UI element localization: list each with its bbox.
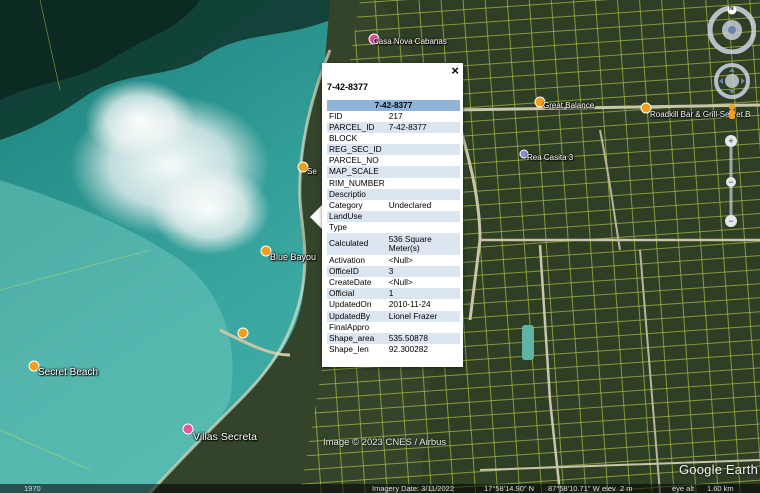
attribute-row: FID 217 (327, 111, 460, 122)
attribute-row: Category Undeclared (327, 200, 460, 211)
attribute-row: UpdatedBy Lionel Frazer (327, 310, 460, 322)
attribute-value (387, 222, 460, 233)
attribute-value: 1 (386, 288, 460, 300)
attribute-value: 7-42-8377 (386, 122, 460, 134)
attribute-key: CreateDate (329, 277, 372, 288)
attribute-row: REG_SEC_ID (327, 144, 460, 156)
attribute-key: UpdatedOn (329, 299, 372, 310)
eye-altitude-label: eye alt (672, 484, 695, 493)
attribute-value (386, 166, 460, 178)
attribute-key: Calculated (327, 233, 387, 256)
street-view-pegman-icon[interactable] (726, 103, 738, 128)
attribute-value (387, 133, 460, 144)
zoom-slider[interactable]: + − − (724, 134, 738, 235)
attribute-key: BLOCK (329, 133, 358, 144)
latitude-readout: 17°58'14.90" N (484, 484, 535, 493)
compass-north-label: N (729, 5, 734, 12)
popup-title: 7-42-8377 (327, 82, 369, 92)
attribute-value: 536 Square Meter(s) (386, 233, 460, 256)
attribute-value: 92.300282 (388, 343, 429, 354)
attribute-key: PARCEL_ID (327, 122, 387, 134)
attribute-table: FID 217 PARCEL_ID 7-42-8377 BLOCK REG_SEC_ID P… (327, 111, 460, 355)
attribute-value (386, 144, 460, 156)
attribute-key: FinalAppro (329, 321, 370, 332)
attribute-key: Shape_area (327, 332, 387, 344)
svg-text:−: − (728, 216, 733, 226)
attribute-value (387, 178, 460, 189)
place-label[interactable]: Se (307, 167, 317, 176)
attribute-row: Type (327, 222, 460, 233)
attribute-value (386, 188, 460, 200)
place-label[interactable]: Blue Bayou (270, 252, 316, 262)
svg-text:−: − (728, 177, 733, 187)
attribute-row: CreateDate <Null> (327, 277, 460, 288)
attribute-row: UpdatedOn 2010-11-24 (327, 299, 460, 310)
attribute-value: Lionel Frazer (386, 310, 460, 322)
attribute-row: FinalAppro (327, 322, 460, 333)
attribute-key: LandUse (327, 210, 387, 222)
attribute-key: FID (329, 111, 343, 121)
attribute-value: 2010-11-24 (388, 299, 431, 310)
historical-year: 1970 (24, 484, 41, 493)
attribute-key: UpdatedBy (327, 310, 387, 322)
attribute-value (387, 322, 460, 333)
close-icon[interactable]: × (451, 63, 459, 78)
eye-altitude-value: 1.60 km (707, 484, 734, 493)
elevation-label: elev (602, 484, 616, 493)
place-label[interactable]: Secret Beach (38, 367, 98, 378)
attribute-value: 217 (388, 111, 403, 121)
place-label[interactable]: Rea Casita 3 (527, 153, 573, 162)
place-label[interactable]: Casa Nova Cabanas (373, 37, 447, 46)
svg-text:+: + (728, 136, 733, 146)
attribute-value: Undeclared (388, 199, 432, 210)
longitude-readout: 87°58'10.71" W (548, 484, 600, 493)
attribute-key: MAP_SCALE (327, 166, 387, 178)
attribute-row: OfficeID 3 (327, 266, 460, 278)
move-control[interactable] (714, 63, 750, 104)
attribute-key: Official (327, 288, 387, 300)
attribute-key: Category (329, 199, 363, 210)
attribute-value (387, 155, 460, 166)
attribute-value: 3 (386, 266, 460, 278)
attribute-row: BLOCK (327, 133, 460, 144)
unnamed-pin-icon[interactable] (237, 326, 249, 339)
attribute-row: Descriptio (327, 188, 460, 200)
parcel-info-popup: × 7-42-8377 7-42-8377 FID 217 PARCEL_ID 7-4… (322, 63, 463, 367)
attribute-table-header: 7-42-8377 (327, 100, 460, 111)
attribute-row: Shape_area 535.50878 (327, 332, 460, 344)
elevation-value: 2 m (620, 484, 633, 493)
attribute-key: OfficeID (327, 266, 387, 278)
imagery-date: Imagery Date: 3/11/2022 (372, 484, 454, 493)
attribute-key: Shape_len (329, 343, 369, 354)
popup-pointer (310, 205, 322, 229)
attribute-value: <Null> (388, 255, 413, 266)
attribute-key: REG_SEC_ID (327, 144, 387, 156)
attribute-key: PARCEL_NO (329, 155, 379, 166)
attribute-row: Official 1 (327, 288, 460, 300)
attribute-value (386, 210, 460, 222)
google-earth-logo: Google Earth (679, 462, 759, 477)
attribute-row: RIM_NUMBER (327, 178, 460, 189)
attribute-row: PARCEL_ID 7-42-8377 (327, 122, 460, 134)
attribute-key: Activation (329, 255, 365, 266)
attribute-value: <Null> (388, 277, 413, 288)
compass-look-control[interactable] (707, 5, 757, 59)
place-label[interactable]: Great Balance (543, 101, 594, 110)
attribute-key: Type (329, 221, 347, 232)
attribute-value: 535.50878 (386, 332, 460, 344)
imagery-attribution: Image © 2023 CNES / Airbus (323, 437, 447, 448)
attribute-row: Activation <Null> (327, 255, 460, 266)
status-bar: 1970 Imagery Date: 3/11/2022 17°58'14.90… (0, 484, 760, 493)
attribute-row: PARCEL_NO (327, 155, 460, 166)
attribute-row: MAP_SCALE (327, 166, 460, 178)
attribute-key: RIM_NUMBER (329, 177, 385, 188)
place-label[interactable]: Villas Secreta (193, 431, 257, 443)
attribute-row: LandUse (327, 210, 460, 222)
attribute-row: Calculated 536 Square Meter(s) (327, 233, 460, 256)
attribute-row: Shape_len 92.300282 (327, 344, 460, 355)
attribute-key: Descriptio (327, 188, 387, 200)
